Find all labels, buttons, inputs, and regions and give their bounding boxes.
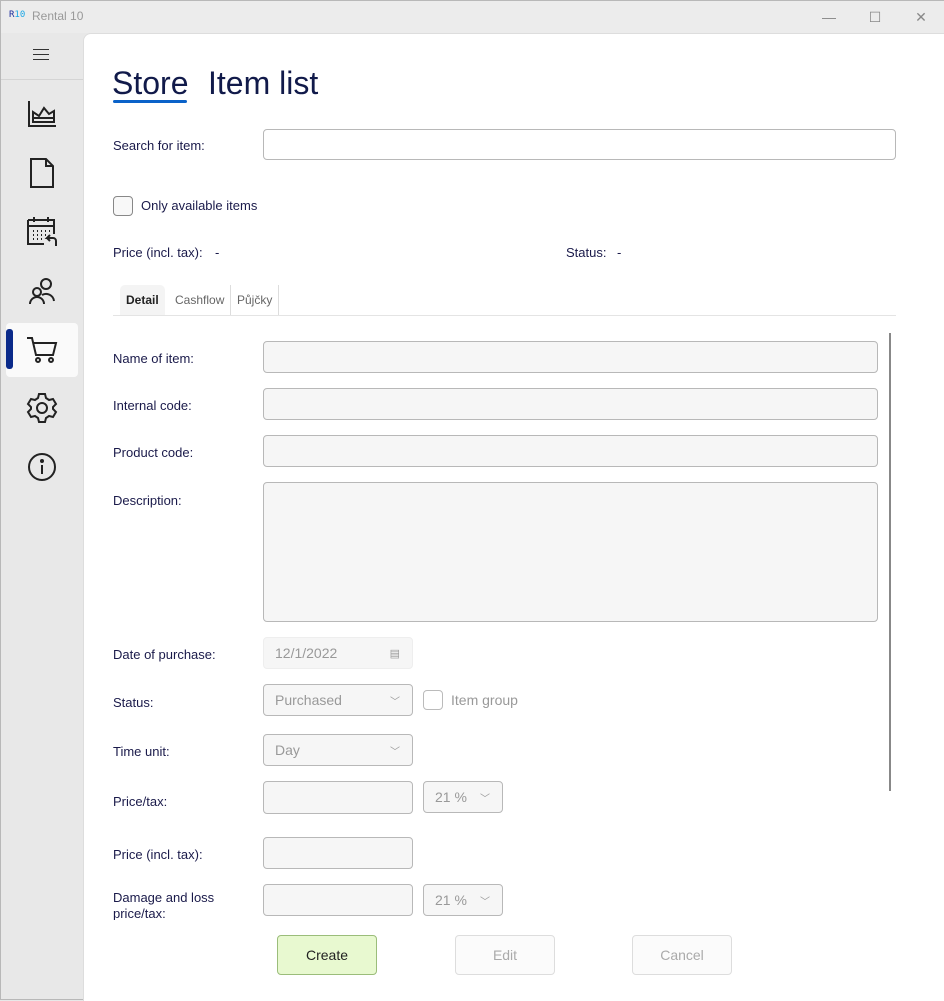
sidebar-item-settings[interactable]: [6, 381, 78, 435]
name-label: Name of item:: [113, 351, 194, 366]
damage-input[interactable]: [263, 884, 413, 916]
chevron-down-icon: ﹀: [480, 793, 490, 805]
info-icon: [28, 453, 56, 481]
calendar-icon: [27, 217, 57, 246]
price-incl-input[interactable]: [263, 837, 413, 869]
maximize-button[interactable]: ☐: [855, 5, 895, 29]
app-logo: R10: [9, 10, 26, 20]
page-title[interactable]: Store: [112, 65, 188, 102]
calendar-small-icon: ▤: [389, 647, 400, 660]
product-code-label: Product code:: [113, 445, 194, 460]
price-tax-input[interactable]: [263, 781, 413, 814]
date-label: Date of purchase:: [113, 647, 216, 662]
edit-button[interactable]: Edit: [455, 935, 555, 975]
name-input[interactable]: [263, 341, 878, 373]
status-label: Status:: [113, 695, 154, 710]
item-group-checkbox[interactable]: [423, 690, 443, 710]
price-incl-label: Price (incl. tax):: [113, 847, 203, 862]
time-unit-label: Time unit:: [113, 744, 170, 759]
damage-label: Damage and loss price/tax:: [113, 890, 215, 920]
internal-code-input[interactable]: [263, 388, 878, 420]
chevron-down-icon: ﹀: [480, 896, 490, 908]
only-available-checkbox[interactable]: [113, 196, 133, 216]
chevron-down-icon: ﹀: [390, 696, 400, 708]
tax-rate-dropdown[interactable]: 21 % ﹀: [423, 781, 503, 813]
price-summary-label: Price (incl. tax):: [113, 245, 203, 260]
tab-cashflow[interactable]: Cashflow: [169, 285, 232, 315]
tab-divider: [113, 315, 896, 316]
damage-tax-value: 21 %: [435, 892, 467, 908]
chevron-down-icon: ﹀: [390, 746, 400, 758]
price-tax-label: Price/tax:: [113, 794, 168, 809]
internal-code-label: Internal code:: [113, 398, 192, 413]
sidebar-item-calendar[interactable]: [6, 205, 78, 259]
title-bar: R10 Rental 10 — ☐ ✕: [1, 1, 944, 33]
status-dropdown[interactable]: Purchased ﹀: [263, 684, 413, 716]
status-summary-label: Status:: [566, 245, 607, 260]
tab-pujcky[interactable]: Půjčky: [231, 285, 280, 315]
price-summary-value: -: [215, 245, 220, 260]
status-value: Purchased: [275, 692, 342, 708]
gear-icon: [26, 393, 58, 423]
sidebar-item-customers[interactable]: [6, 264, 78, 318]
page-subtitle[interactable]: Item list: [208, 65, 318, 102]
damage-tax-dropdown[interactable]: 21 % ﹀: [423, 884, 503, 916]
date-value: 12/1/2022: [275, 645, 338, 661]
time-unit-value: Day: [275, 742, 300, 758]
title-underline: [113, 100, 187, 103]
people-icon: [29, 278, 55, 305]
sidebar-item-store[interactable]: [6, 323, 78, 377]
app-title: Rental 10: [32, 9, 84, 23]
sidebar-item-documents[interactable]: [6, 146, 78, 200]
tab-detail[interactable]: Detail: [120, 285, 165, 315]
chart-icon: [28, 101, 56, 127]
search-input[interactable]: [263, 129, 896, 160]
hamburger-menu-icon[interactable]: [33, 49, 49, 60]
cancel-button[interactable]: Cancel: [632, 935, 732, 975]
cart-icon: [27, 337, 58, 363]
date-picker[interactable]: 12/1/2022 ▤: [263, 637, 413, 669]
sidebar: [1, 33, 83, 1001]
minimize-button[interactable]: —: [809, 5, 849, 29]
time-unit-dropdown[interactable]: Day ﹀: [263, 734, 413, 766]
status-summary-value: -: [617, 245, 622, 260]
sidebar-item-dashboard[interactable]: [6, 87, 78, 141]
product-code-input[interactable]: [263, 435, 878, 467]
search-label: Search for item:: [113, 138, 205, 153]
sidebar-item-about[interactable]: [6, 440, 78, 494]
create-button[interactable]: Create: [277, 935, 377, 975]
scrollbar[interactable]: [889, 333, 891, 791]
nav-selected-indicator: [6, 329, 13, 369]
close-button[interactable]: ✕: [901, 5, 941, 29]
item-group-label: Item group: [451, 692, 518, 708]
document-icon: [30, 158, 54, 188]
description-label: Description:: [113, 493, 182, 508]
tax-rate-value: 21 %: [435, 789, 467, 805]
description-textarea[interactable]: [263, 482, 878, 622]
only-available-label: Only available items: [141, 198, 258, 213]
